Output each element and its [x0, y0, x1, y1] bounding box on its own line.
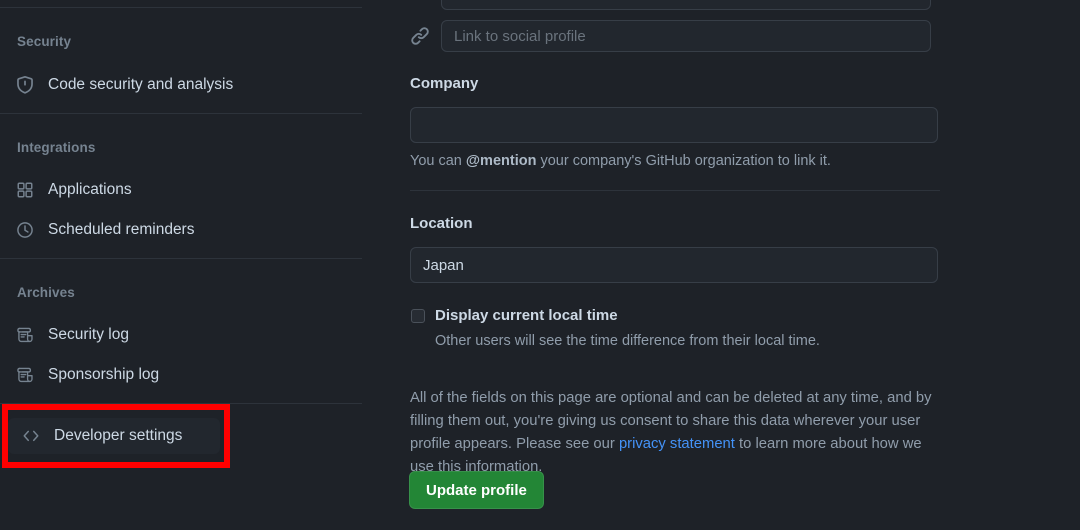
sidebar-item-applications[interactable]: Applications: [2, 173, 350, 207]
sidebar-divider-integrations: [0, 258, 362, 259]
company-label: Company: [410, 75, 479, 92]
previous-social-profile-input[interactable]: [441, 0, 931, 10]
update-profile-button[interactable]: Update profile: [409, 471, 544, 509]
sidebar-item-label: Sponsorship log: [48, 366, 160, 384]
clock-icon: [16, 221, 34, 239]
company-help-mention: @mention: [465, 153, 537, 169]
main-divider-company: [410, 190, 940, 191]
sidebar-item-security-log[interactable]: Security log: [2, 318, 350, 352]
code-brackets-icon: [22, 427, 40, 445]
sidebar-item-developer-settings[interactable]: Developer settings: [8, 418, 220, 454]
sidebar-item-label: Security log: [48, 326, 129, 344]
link-icon: [410, 26, 430, 46]
shield-icon: [16, 76, 34, 94]
location-input[interactable]: [410, 247, 938, 283]
settings-profile-page: Security Code security and analysis Inte…: [0, 0, 1080, 530]
sidebar-item-sponsorship-log[interactable]: Sponsorship log: [2, 358, 350, 392]
sidebar-divider-archives: [0, 403, 362, 404]
legal-disclaimer: All of the fields on this page are optio…: [410, 387, 932, 479]
sidebar-group-title-integrations: Integrations: [17, 140, 96, 155]
sidebar-item-code-security-and-analysis[interactable]: Code security and analysis: [2, 68, 350, 102]
sidebar-group-title-archives: Archives: [17, 285, 75, 300]
sidebar-divider-security: [0, 113, 362, 114]
log-scroll-icon: [16, 326, 34, 344]
sidebar-item-scheduled-reminders[interactable]: Scheduled reminders: [2, 213, 350, 247]
display-local-time-label[interactable]: Display current local time: [435, 307, 618, 324]
sidebar-item-label: Code security and analysis: [48, 76, 234, 94]
company-help-text: You can @mention your company's GitHub o…: [410, 153, 831, 169]
sidebar-group-title-security: Security: [17, 34, 72, 49]
settings-sidebar: Security Code security and analysis Inte…: [0, 0, 362, 530]
company-input[interactable]: [410, 107, 938, 143]
sidebar-divider-top: [0, 7, 362, 8]
sidebar-item-label: Scheduled reminders: [48, 221, 195, 239]
display-local-time-checkbox[interactable]: [411, 309, 425, 323]
apps-grid-icon: [16, 181, 34, 199]
social-profile-field-row: [410, 20, 931, 52]
sidebar-item-label: Applications: [48, 181, 132, 199]
social-profile-input[interactable]: [441, 20, 931, 52]
previous-field-row-partial: [410, 0, 931, 10]
sidebar-item-label: Developer settings: [54, 427, 183, 445]
company-help-suffix: your company's GitHub organization to li…: [536, 153, 831, 169]
log-scroll-icon: [16, 366, 34, 384]
display-local-time-sublabel: Other users will see the time difference…: [435, 333, 820, 349]
privacy-statement-link[interactable]: privacy statement: [619, 436, 735, 452]
company-help-prefix: You can: [410, 153, 466, 169]
location-label: Location: [410, 215, 473, 232]
